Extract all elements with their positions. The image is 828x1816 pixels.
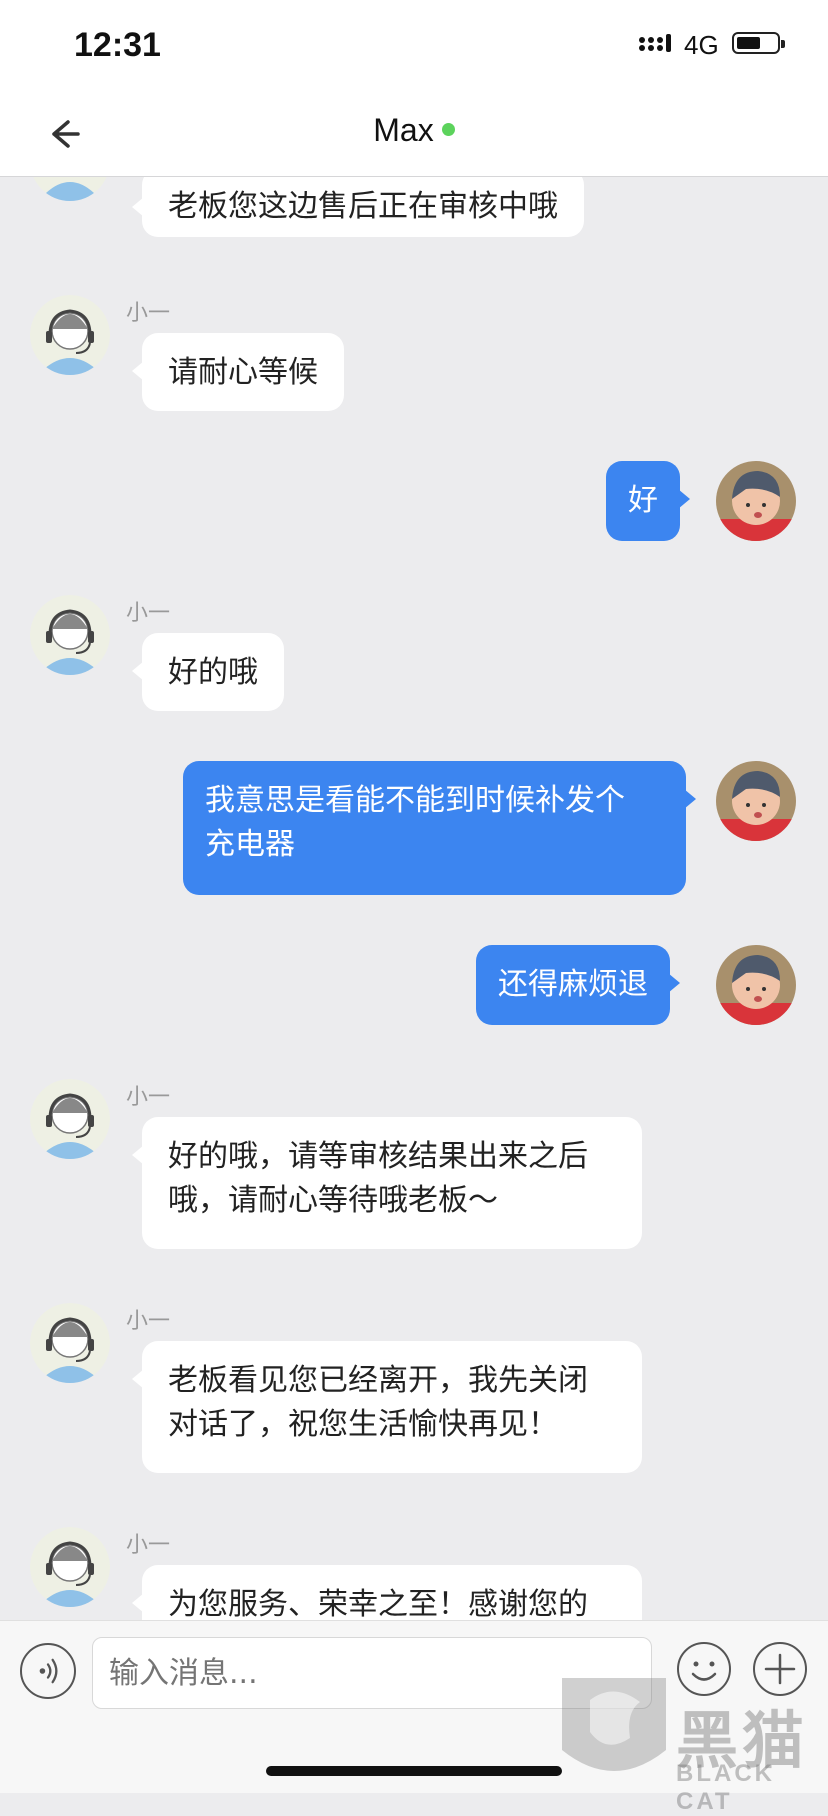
sender-name: 小一: [126, 1533, 171, 1558]
message-text: 还得麻烦退: [498, 967, 648, 1002]
chat-header: Max: [0, 92, 828, 177]
user-avatar[interactable]: [716, 461, 796, 541]
signal-icon: [639, 34, 671, 52]
message-text: 请耐心等候: [168, 355, 318, 390]
message-text-line1: 我意思是看能不能到时候补发个: [205, 783, 625, 818]
message-text-line2: 哦，请耐心等待哦老板～: [168, 1183, 498, 1218]
sender-name: 小一: [126, 1309, 171, 1334]
battery-level: [737, 37, 760, 49]
user-avatar[interactable]: [716, 761, 796, 841]
message-text-line2: 对话了，祝您生活愉快再见！: [168, 1407, 558, 1442]
message-bubble-outgoing[interactable]: 好: [606, 461, 690, 541]
agent-avatar[interactable]: [30, 295, 110, 375]
message-text-line1: 老板看见您已经离开，我先关闭: [168, 1363, 588, 1398]
message-text-line1: 好的哦，请等审核结果出来之后: [168, 1139, 588, 1174]
message-bubble-outgoing[interactable]: 我意思是看能不能到时候补发个 充电器: [183, 761, 696, 895]
message-list[interactable]: 老板您这边售后正在审核中哦 小一 请耐心等候 好 小一 好的哦 我意思是看能不能…: [0, 177, 828, 1620]
network-type: 4G: [684, 30, 719, 60]
contact-name: Max: [373, 112, 434, 148]
message-bubble[interactable]: 好的哦: [132, 633, 284, 711]
agent-avatar[interactable]: [30, 177, 110, 201]
sender-name: 小一: [126, 601, 171, 626]
message-text: 老板您这边售后正在审核中哦: [168, 189, 558, 224]
voice-icon[interactable]: [20, 1643, 76, 1699]
agent-avatar[interactable]: [30, 1527, 110, 1607]
battery-cap: [781, 40, 785, 48]
status-bar: 12:31 4G: [0, 0, 828, 92]
watermark-subtext: BLACK CAT: [676, 1760, 775, 1815]
user-avatar[interactable]: [716, 945, 796, 1025]
message-bubble[interactable]: 老板看见您已经离开，我先关闭 对话了，祝您生活愉快再见！: [132, 1341, 642, 1473]
online-indicator: [441, 123, 455, 137]
message-bubble[interactable]: 为您服务、荣幸之至！感谢您的: [132, 1565, 642, 1620]
sender-name: 小一: [126, 301, 171, 326]
message-text: 为您服务、荣幸之至！感谢您的: [168, 1587, 588, 1620]
status-time: 12:31: [74, 26, 161, 64]
sender-name: 小一: [126, 1085, 171, 1110]
agent-avatar[interactable]: [30, 595, 110, 675]
message-bubble[interactable]: 老板您这边售后正在审核中哦: [132, 177, 584, 237]
home-indicator[interactable]: [266, 1766, 562, 1776]
message-bubble[interactable]: 请耐心等候: [132, 333, 344, 411]
agent-avatar[interactable]: [30, 1303, 110, 1383]
message-bubble-outgoing[interactable]: 还得麻烦退: [476, 945, 680, 1025]
battery-icon: [732, 32, 785, 54]
agent-avatar[interactable]: [30, 1079, 110, 1159]
message-text: 好的哦: [168, 655, 258, 690]
message-text: 好: [628, 483, 658, 518]
message-text-line2: 充电器: [205, 827, 295, 862]
chat-title: Max: [0, 112, 828, 149]
message-bubble[interactable]: 好的哦，请等审核结果出来之后 哦，请耐心等待哦老板～: [132, 1117, 642, 1249]
